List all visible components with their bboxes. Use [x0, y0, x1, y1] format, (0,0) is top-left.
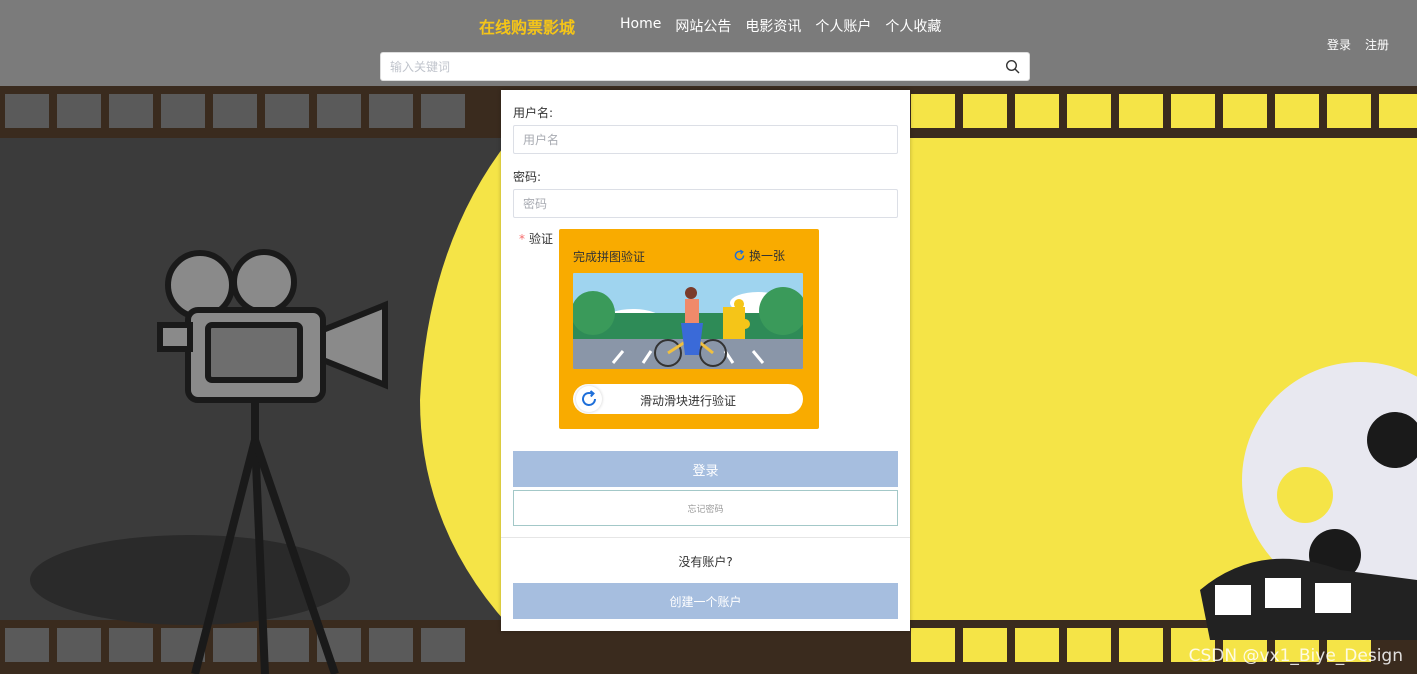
puzzle-captcha: 完成拼图验证 换一张 滑动滑块进行验证	[559, 229, 819, 429]
required-star: *	[519, 232, 525, 246]
nav-item-home[interactable]: Home	[620, 16, 661, 36]
username-input[interactable]	[513, 125, 898, 154]
watermark: CSDN @vx1_Biye_Design	[1188, 646, 1403, 666]
top-header: 在线购票影城 Home 网站公告 电影资讯 个人账户 个人收藏 登录 注册	[0, 0, 1417, 86]
captcha-refresh-button[interactable]: 换一张	[733, 247, 785, 264]
nav-item-announcements[interactable]: 网站公告	[675, 16, 731, 36]
create-account-button[interactable]: 创建一个账户	[513, 583, 898, 619]
search-icon[interactable]	[1005, 59, 1021, 75]
register-link[interactable]: 注册	[1365, 36, 1389, 53]
captcha-slider-text: 滑动滑块进行验证	[639, 394, 736, 408]
search-input[interactable]	[381, 53, 981, 80]
forgot-password-button[interactable]: 忘记密码	[513, 490, 898, 526]
refresh-icon	[734, 249, 745, 261]
captcha-refresh-label: 换一张	[748, 249, 785, 263]
password-input[interactable]	[513, 189, 898, 218]
divider	[501, 537, 910, 538]
nav-item-favorites[interactable]: 个人收藏	[885, 16, 941, 36]
login-button[interactable]: 登录	[513, 451, 898, 487]
verify-label-text: 验证	[529, 232, 554, 246]
captcha-slider-track: 滑动滑块进行验证	[573, 384, 803, 414]
captcha-puzzle-image	[573, 273, 803, 369]
main-nav: Home 网站公告 电影资讯 个人账户 个人收藏	[620, 16, 941, 36]
nav-item-account[interactable]: 个人账户	[815, 16, 871, 36]
brand-logo[interactable]: 在线购票影城	[479, 14, 575, 38]
nav-item-movie-news[interactable]: 电影资讯	[745, 16, 801, 36]
password-label: 密码:	[513, 170, 542, 184]
no-account-text: 没有账户?	[678, 555, 733, 569]
captcha-title: 完成拼图验证	[573, 250, 646, 264]
verify-label: * 验证	[519, 230, 553, 247]
username-label: 用户名:	[513, 106, 554, 120]
search-bar	[380, 52, 1030, 81]
login-link[interactable]: 登录	[1327, 36, 1351, 53]
auth-links: 登录 注册	[1327, 36, 1389, 53]
login-card: 用户名: 密码: * 验证 完成拼图验证 换一张	[501, 90, 910, 631]
